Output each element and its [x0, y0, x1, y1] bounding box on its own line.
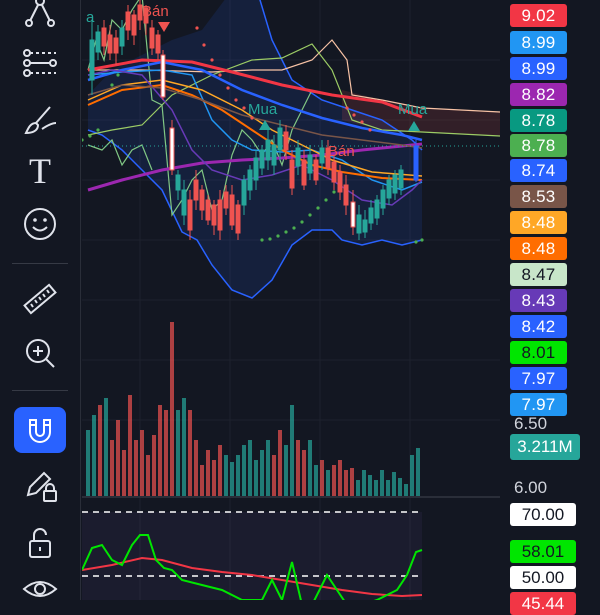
partial-signal-label: a — [86, 9, 95, 26]
magnet-tool[interactable] — [14, 407, 66, 453]
rsi-value-label: 58.01 — [510, 540, 576, 563]
price-label: 8.78 — [510, 109, 567, 132]
sell-signal-label: Bán — [142, 3, 169, 20]
text-tool[interactable]: T — [14, 148, 66, 194]
rsi-upper-band-label: 70.00 — [510, 503, 576, 526]
price-label: 7.97 — [510, 393, 567, 416]
price-label: 8.42 — [510, 315, 567, 338]
price-chart[interactable]: Bán Bán Mua Mua a — [82, 0, 500, 600]
price-axis-tick: 6.50 — [514, 414, 548, 433]
line-tool-icon — [23, 49, 57, 77]
unlock-tool[interactable] — [14, 520, 66, 566]
candle — [160, 50, 166, 100]
price-label: 8.82 — [510, 83, 567, 106]
candle — [107, 25, 113, 60]
candle — [205, 195, 211, 225]
zoom-tool[interactable] — [14, 330, 66, 376]
buy-signal-label: Mua — [398, 101, 428, 118]
price-scale[interactable]: 9.02 8.99 8.99 8.82 8.78 8.78 8.74 8.53 … — [500, 0, 600, 615]
price-label: 8.48 — [510, 211, 567, 234]
ruler-icon — [23, 283, 57, 315]
sell-signal-label: Bán — [328, 143, 355, 160]
rsi-ma-value-label: 45.44 — [510, 592, 576, 615]
price-label: 8.99 — [510, 57, 567, 80]
toolbar-divider — [12, 263, 68, 264]
zoom-in-icon — [26, 339, 55, 368]
price-label: 8.99 — [510, 31, 567, 54]
text-icon: T — [29, 151, 51, 191]
buy-signal-label: Mua — [248, 101, 278, 118]
toolbar-divider — [12, 390, 68, 391]
candle — [101, 20, 107, 55]
trendline-tool[interactable] — [14, 40, 66, 86]
price-axis-tick: 6.00 — [514, 478, 548, 497]
candle — [89, 20, 95, 95]
node-icon — [25, 0, 55, 27]
price-label: 9.02 — [510, 4, 567, 27]
drawing-toolbar: T — [0, 0, 81, 600]
eye-icon — [22, 581, 58, 597]
price-label: 7.97 — [510, 367, 567, 390]
price-label: 8.48 — [510, 237, 567, 260]
candle — [131, 10, 137, 45]
unlock-icon — [29, 528, 51, 558]
candle — [169, 120, 175, 175]
sell-signal: Bán — [328, 143, 355, 160]
chart-pane[interactable]: Bán Bán Mua Mua a — [82, 0, 500, 600]
brush-icon — [24, 106, 57, 135]
emoji-tool[interactable] — [14, 201, 66, 247]
rsi-middle-band-label: 50.00 — [510, 566, 576, 589]
rsi-background — [82, 512, 422, 600]
visibility-tool[interactable] — [14, 566, 66, 612]
price-label: 8.74 — [510, 159, 567, 182]
candle — [413, 140, 419, 182]
price-label: 8.01 — [510, 341, 567, 364]
candle — [95, 25, 101, 60]
volume-label: 3.211M — [510, 434, 580, 460]
lock-drawing-tool[interactable] — [14, 462, 66, 508]
ruler-tool[interactable] — [14, 276, 66, 322]
price-label: 8.53 — [510, 185, 567, 208]
crosshair-tool[interactable] — [14, 0, 66, 34]
smiley-icon — [24, 208, 56, 240]
brush-tool[interactable] — [14, 96, 66, 142]
volume-bars — [86, 322, 420, 496]
price-label: 8.47 — [510, 263, 567, 286]
candle — [125, 5, 131, 40]
price-label: 8.43 — [510, 289, 567, 312]
candle — [313, 155, 319, 185]
candle — [119, 20, 125, 55]
pencil-lock-icon — [26, 471, 57, 502]
price-label: 8.78 — [510, 134, 567, 157]
magnet-icon — [29, 419, 51, 443]
